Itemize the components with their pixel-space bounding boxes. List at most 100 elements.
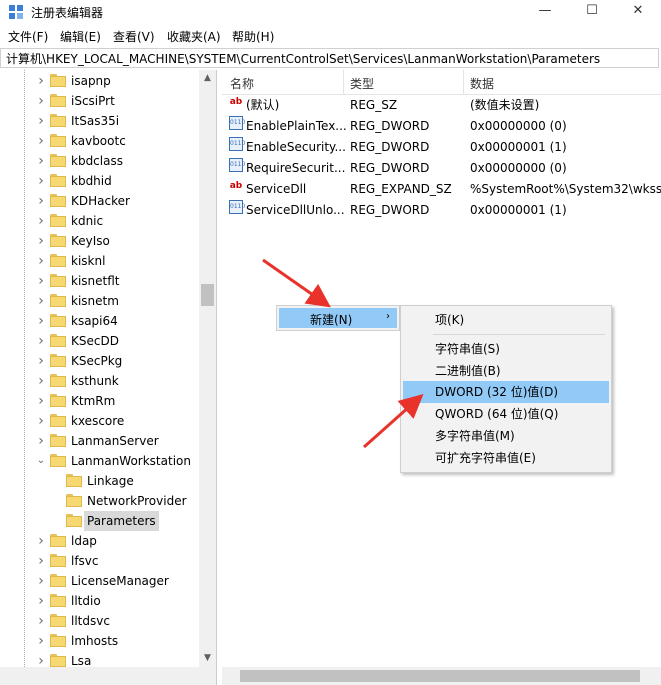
expand-chevron-icon[interactable]: › bbox=[36, 311, 46, 331]
column-divider[interactable] bbox=[343, 70, 344, 94]
tree-item[interactable]: ⌄ LanmanWorkstation bbox=[0, 451, 199, 471]
expand-chevron-icon[interactable]: › bbox=[36, 131, 46, 151]
tree-item[interactable]: › KSecDD bbox=[0, 331, 199, 351]
expand-chevron-icon[interactable]: › bbox=[36, 431, 46, 451]
scroll-thumb[interactable] bbox=[201, 284, 214, 306]
submenu-item[interactable]: 字符串值(S) bbox=[403, 338, 609, 360]
submenu-item[interactable]: QWORD (64 位)值(Q) bbox=[403, 403, 609, 425]
folder-icon bbox=[50, 114, 66, 127]
tree-item[interactable]: Linkage bbox=[0, 471, 199, 491]
value-name: ServiceDll bbox=[246, 182, 307, 196]
list-item[interactable]: 0110 EnableSecurity... REG_DWORD 0x00000001… bbox=[222, 137, 661, 158]
tree-item[interactable]: › kisnetflt bbox=[0, 271, 199, 291]
tree-item[interactable]: › LanmanServer bbox=[0, 431, 199, 451]
tree-item[interactable]: › KeyIso bbox=[0, 231, 199, 251]
tree-item[interactable]: › ksthunk bbox=[0, 371, 199, 391]
expand-chevron-icon[interactable]: › bbox=[36, 531, 46, 551]
menu-favorites[interactable]: 收藏夹(A) bbox=[167, 28, 221, 45]
folder-icon bbox=[50, 594, 66, 607]
tree-item[interactable]: › ldap bbox=[0, 531, 199, 551]
tree-item[interactable]: › ItSas35i bbox=[0, 111, 199, 131]
expand-chevron-icon[interactable]: › bbox=[36, 571, 46, 591]
address-bar[interactable]: 计算机\HKEY_LOCAL_MACHINE\SYSTEM\CurrentCon… bbox=[0, 48, 659, 68]
expand-chevron-icon[interactable]: › bbox=[36, 411, 46, 431]
submenu-item[interactable]: 二进制值(B) bbox=[403, 360, 609, 382]
expand-chevron-icon[interactable]: › bbox=[36, 611, 46, 631]
expand-chevron-icon[interactable]: › bbox=[36, 551, 46, 571]
tree-item[interactable]: › kxescore bbox=[0, 411, 199, 431]
column-divider[interactable] bbox=[463, 70, 464, 94]
new-menu-item[interactable]: 新建(N) › bbox=[279, 308, 397, 328]
tree-item[interactable]: › LicenseManager bbox=[0, 571, 199, 591]
expand-chevron-icon[interactable]: › bbox=[36, 251, 46, 271]
tree-item[interactable]: › kisknl bbox=[0, 251, 199, 271]
expand-chevron-icon[interactable]: › bbox=[36, 271, 46, 291]
expand-chevron-icon[interactable]: › bbox=[36, 391, 46, 411]
tree-item[interactable]: › KSecPkg bbox=[0, 351, 199, 371]
tree-item[interactable]: Parameters bbox=[0, 511, 199, 531]
list-item[interactable]: 0110 RequireSecurit... REG_DWORD 0x00000000… bbox=[222, 158, 661, 179]
tree-item[interactable]: › isapnp bbox=[0, 71, 199, 91]
column-type-header[interactable]: 类型 bbox=[350, 75, 374, 92]
submenu-item[interactable]: 可扩充字符串值(E) bbox=[403, 447, 609, 469]
menu-file[interactable]: 文件(F) bbox=[8, 28, 48, 45]
tree-item[interactable]: › kdnic bbox=[0, 211, 199, 231]
context-menu: 新建(N) › bbox=[276, 305, 400, 331]
folder-icon bbox=[50, 654, 66, 667]
expand-chevron-icon[interactable]: › bbox=[36, 351, 46, 371]
list-item[interactable]: ab (默认) REG_SZ (数值未设置) bbox=[222, 95, 661, 116]
expand-chevron-icon[interactable]: › bbox=[36, 111, 46, 131]
list-horizontal-scrollbar[interactable] bbox=[222, 667, 661, 685]
minimize-button[interactable]: — bbox=[522, 0, 568, 24]
tree-item-label: lfsvc bbox=[71, 554, 99, 568]
binary-value-icon: 0110 bbox=[229, 200, 245, 214]
expand-chevron-icon[interactable]: › bbox=[36, 91, 46, 111]
close-button[interactable]: ✕ bbox=[615, 0, 661, 24]
submenu-item[interactable]: DWORD (32 位)值(D) bbox=[403, 381, 609, 403]
collapse-chevron-icon[interactable]: ⌄ bbox=[36, 451, 46, 471]
expand-chevron-icon[interactable]: › bbox=[36, 191, 46, 211]
menu-view[interactable]: 查看(V) bbox=[113, 28, 155, 45]
expand-chevron-icon[interactable]: › bbox=[36, 591, 46, 611]
list-item[interactable]: 0110 EnablePlainTex... REG_DWORD 0x00000000… bbox=[222, 116, 661, 137]
tree-item[interactable]: › lfsvc bbox=[0, 551, 199, 571]
tree-item[interactable]: › lmhosts bbox=[0, 631, 199, 651]
tree-item[interactable]: › kbdclass bbox=[0, 151, 199, 171]
expand-chevron-icon[interactable]: › bbox=[36, 171, 46, 191]
scroll-up-arrow-icon[interactable]: ▲ bbox=[199, 70, 216, 87]
expand-chevron-icon[interactable]: › bbox=[36, 231, 46, 251]
tree-item[interactable]: › iScsiPrt bbox=[0, 91, 199, 111]
expand-chevron-icon[interactable]: › bbox=[36, 291, 46, 311]
tree-item[interactable]: NetworkProvider bbox=[0, 491, 199, 511]
column-name-header[interactable]: 名称 bbox=[230, 75, 254, 92]
tree-item-label: kdnic bbox=[71, 214, 104, 228]
expand-chevron-icon[interactable]: › bbox=[36, 151, 46, 171]
tree-item[interactable]: › lltdsvc bbox=[0, 611, 199, 631]
expand-chevron-icon[interactable]: › bbox=[36, 631, 46, 651]
expand-chevron-icon[interactable]: › bbox=[36, 371, 46, 391]
tree-item[interactable]: › lltdio bbox=[0, 591, 199, 611]
scroll-down-arrow-icon[interactable]: ▼ bbox=[199, 650, 216, 667]
scroll-thumb[interactable] bbox=[240, 670, 640, 682]
tree-item[interactable]: › kavbootc bbox=[0, 131, 199, 151]
menu-help[interactable]: 帮助(H) bbox=[232, 28, 274, 45]
list-item[interactable]: ab ServiceDll REG_EXPAND_SZ %SystemRoot%\Sy… bbox=[222, 179, 661, 200]
folder-icon bbox=[50, 394, 66, 407]
maximize-button[interactable]: ☐ bbox=[569, 0, 615, 24]
expand-chevron-icon[interactable]: › bbox=[36, 71, 46, 91]
tree-vertical-scrollbar[interactable]: ▲ ▼ bbox=[199, 70, 216, 667]
submenu-item[interactable]: 项(K) bbox=[403, 309, 609, 331]
tree-item[interactable]: › kbdhid bbox=[0, 171, 199, 191]
submenu-item[interactable]: 多字符串值(M) bbox=[403, 425, 609, 447]
tree-item[interactable]: › KDHacker bbox=[0, 191, 199, 211]
registry-tree[interactable]: › isapnp › iScsiPrt › ItSas35i › kavbootc › kbdcl… bbox=[0, 70, 217, 685]
column-data-header[interactable]: 数据 bbox=[470, 75, 494, 92]
expand-chevron-icon[interactable]: › bbox=[36, 331, 46, 351]
expand-chevron-icon[interactable]: › bbox=[36, 211, 46, 231]
tree-horizontal-scrollbar[interactable] bbox=[0, 667, 216, 685]
tree-item[interactable]: › ksapi64 bbox=[0, 311, 199, 331]
tree-item[interactable]: › kisnetm bbox=[0, 291, 199, 311]
tree-item[interactable]: › KtmRm bbox=[0, 391, 199, 411]
menu-edit[interactable]: 编辑(E) bbox=[60, 28, 101, 45]
list-item[interactable]: 0110 ServiceDllUnlo... REG_DWORD 0x00000001… bbox=[222, 200, 661, 221]
